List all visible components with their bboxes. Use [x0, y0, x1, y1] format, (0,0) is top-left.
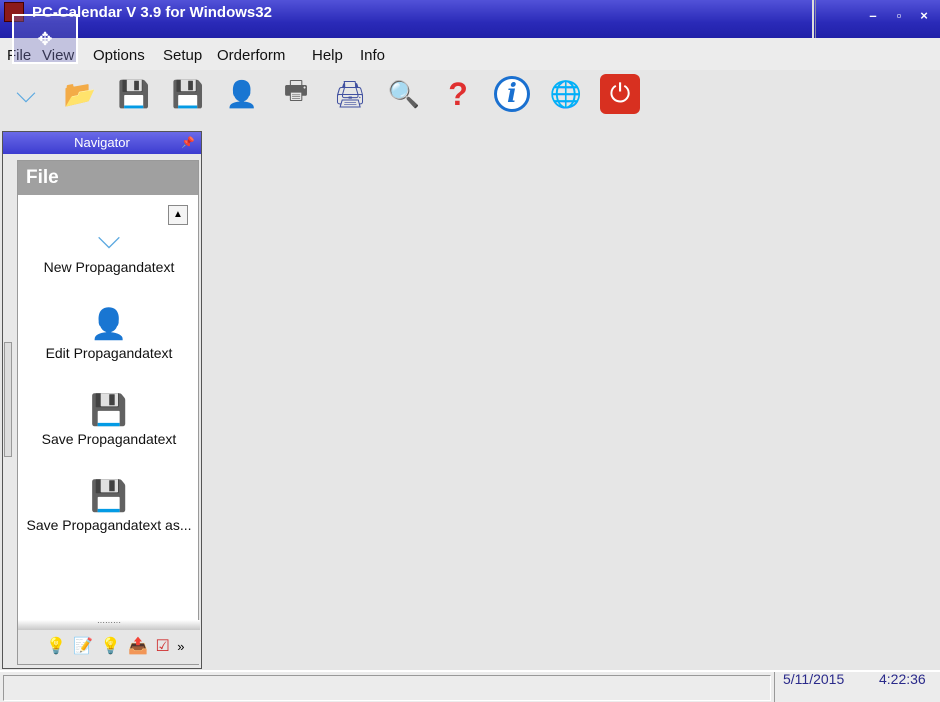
open-folder-icon: 📂: [63, 78, 97, 109]
status-clock: 5/11/2015 4:22:36: [774, 671, 940, 702]
globe-icon: 🌐: [549, 78, 583, 109]
menu-orderform[interactable]: Orderform: [217, 47, 285, 64]
nav-item-new[interactable]: ⌵ New Propagandatext: [18, 219, 200, 275]
minimize-button[interactable]: –: [864, 8, 882, 23]
bulb-icon[interactable]: 💡: [46, 638, 66, 655]
menu-setup[interactable]: Setup: [163, 47, 202, 64]
save-icon: 💾: [117, 78, 151, 109]
menu-bar: File View Options Setup Orderform Help I…: [0, 38, 940, 70]
navigator-header: Navigator 📌: [3, 132, 201, 154]
contact-card-button[interactable]: 👤: [222, 74, 262, 114]
save-as-icon: 💾: [171, 78, 205, 109]
printer-button[interactable]: 🖨: [330, 74, 370, 114]
menu-info[interactable]: Info: [360, 47, 385, 64]
more-chevron-icon[interactable]: »: [177, 639, 184, 654]
help-button[interactable]: ?: [438, 74, 478, 114]
save-as-button[interactable]: 💾: [168, 74, 208, 114]
section-buttons-bar: 💡 📝 💡 📤 ☑ »: [18, 630, 200, 664]
power-icon: ⏻: [609, 78, 631, 108]
nav-item-label: New Propagandatext: [43, 259, 175, 275]
navigator-title: Navigator: [74, 135, 130, 150]
info-button[interactable]: i: [492, 74, 532, 114]
help-icon: ?: [448, 75, 468, 112]
move-arrows-icon: ✥: [12, 14, 78, 64]
navigator-panel: Navigator 📌 File ▲ ⌵ New Propagandatext 👤…: [2, 131, 202, 669]
contact-card-icon: 👤: [225, 78, 259, 109]
printer-icon: 🖨: [333, 78, 367, 109]
save-icon: 💾: [90, 394, 128, 427]
status-bar: 5/11/2015 4:22:36: [0, 670, 940, 702]
edit-notes-icon[interactable]: 📝: [73, 638, 93, 655]
open-folder-button[interactable]: 📂: [60, 74, 100, 114]
status-message: [3, 675, 771, 701]
export-icon[interactable]: 📤: [128, 638, 148, 655]
new-document-button[interactable]: ⌵: [6, 74, 46, 114]
checklist-icon[interactable]: ☑: [156, 638, 170, 655]
new-document-icon: ⌵: [16, 78, 36, 108]
new-document-icon: ⌵: [97, 222, 121, 255]
title-bar: PC-Calendar V 3.9 for Windows32 – ▫ ×: [0, 0, 940, 38]
status-time: 4:22:36: [879, 671, 926, 687]
nav-item-label: Edit Propagandatext: [45, 345, 173, 361]
maximize-button[interactable]: ▫: [890, 8, 908, 23]
print-preview-icon: 🖶: [283, 75, 309, 105]
toolbar: ⌵ 📂 💾 💾 👤 🖶 🖨 🔍? i 🌐 ⏻: [0, 72, 940, 118]
globe-button[interactable]: 🌐: [546, 74, 586, 114]
info-icon: i: [494, 76, 530, 112]
close-button[interactable]: ×: [915, 8, 933, 23]
nav-item-label: Save Propagandatext as...: [26, 517, 192, 533]
menu-options[interactable]: Options: [93, 47, 145, 64]
save-button[interactable]: 💾: [114, 74, 154, 114]
nav-item-save-as[interactable]: 💾 Save Propagandatext as...: [18, 477, 200, 533]
nav-item-edit[interactable]: 👤 Edit Propagandatext: [18, 305, 200, 361]
status-date: 5/11/2015: [783, 671, 845, 687]
nav-item-save[interactable]: 💾 Save Propagandatext: [18, 391, 200, 447]
print-preview-button[interactable]: 🖶: [276, 74, 316, 114]
contact-card-icon: 👤: [90, 308, 128, 341]
nav-item-label: Save Propagandatext: [41, 431, 177, 447]
file-section: File ▲ ⌵ New Propagandatext 👤 Edit Propaga…: [17, 160, 200, 665]
save-as-icon: 💾: [90, 480, 128, 513]
title-separator: [812, 0, 816, 38]
user-search-icon: 🔍: [387, 78, 421, 109]
pin-icon[interactable]: 📌: [181, 132, 195, 154]
splitter-grip[interactable]: ·········: [18, 619, 200, 630]
collapse-handle[interactable]: [4, 342, 12, 457]
bulb-icon[interactable]: 💡: [101, 638, 121, 655]
power-button[interactable]: ⏻: [600, 74, 640, 114]
section-header[interactable]: File: [18, 161, 198, 195]
menu-help[interactable]: Help: [312, 47, 343, 64]
user-search-button[interactable]: 🔍: [384, 74, 424, 114]
